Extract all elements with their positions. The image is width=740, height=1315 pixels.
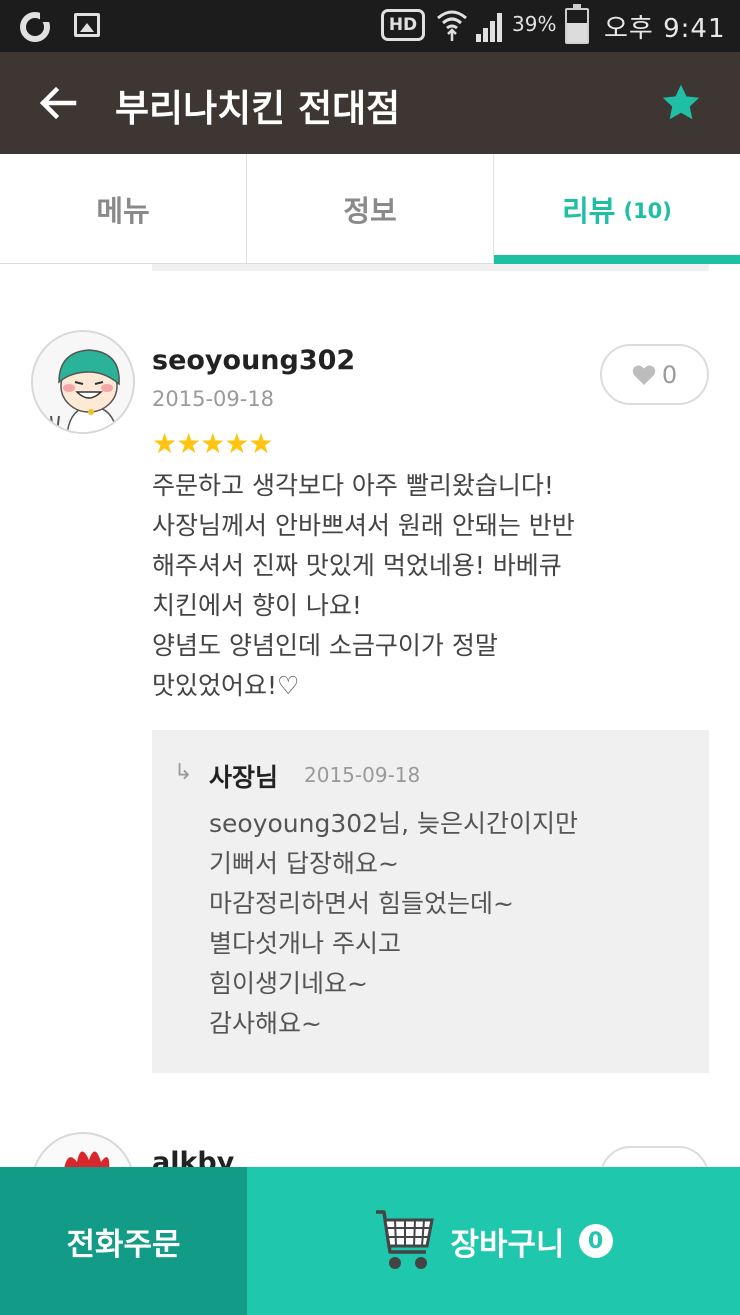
back-arrow-icon[interactable] bbox=[38, 83, 78, 123]
reply-date: 2015-09-18 bbox=[304, 763, 421, 787]
status-bar: HD 39% 오후 9:41 bbox=[0, 0, 740, 52]
favorite-star-icon[interactable] bbox=[660, 82, 702, 124]
cart-button[interactable]: 장바구니 0 bbox=[247, 1167, 740, 1315]
review-line: 해주셔서 진짜 맛있게 먹었네용! 바베큐 bbox=[152, 551, 562, 580]
avatar-illustration-icon bbox=[33, 332, 133, 432]
owner-reply: ↳ 사장님 2015-09-18 seoyoung302님, 늦은시간이지만 기… bbox=[152, 730, 709, 1073]
review-date: 2015-09-18 bbox=[152, 387, 275, 411]
tab-menu[interactable]: 메뉴 bbox=[0, 154, 246, 263]
avatar bbox=[31, 330, 135, 434]
reply-line: 힘이생기네요~ bbox=[209, 969, 368, 998]
reply-line: 기뻐서 답장해요~ bbox=[209, 849, 399, 878]
like-button[interactable]: 0 bbox=[600, 344, 709, 405]
tab-bar: 메뉴 정보 리뷰 (10) bbox=[0, 154, 740, 264]
hd-voice-icon: HD bbox=[381, 9, 425, 41]
heart-icon bbox=[632, 365, 656, 385]
phone-order-button[interactable]: 전화주문 bbox=[0, 1167, 247, 1315]
cart-count-badge: 0 bbox=[578, 1224, 613, 1258]
reply-body: seoyoung302님, 늦은시간이지만 기뻐서 답장해요~ 마감정리하면서 … bbox=[209, 804, 578, 1044]
review-count: (10) bbox=[623, 198, 672, 223]
battery-icon bbox=[565, 4, 589, 44]
previous-reply-box-edge bbox=[152, 264, 709, 271]
reply-line: 마감정리하면서 힘들었는데~ bbox=[209, 889, 514, 918]
review-line: 치킨에서 향이 나요! bbox=[152, 591, 362, 620]
bottom-action-bar: 전화주문 장바구니 0 bbox=[0, 1167, 740, 1315]
signal-icon bbox=[476, 13, 502, 42]
tab-info-label: 정보 bbox=[343, 193, 397, 228]
tab-info[interactable]: 정보 bbox=[246, 154, 493, 263]
cart-label: 장바구니 bbox=[450, 1226, 565, 1263]
star-rating: ★★★★★ bbox=[152, 427, 274, 460]
shopping-cart-icon bbox=[376, 1210, 435, 1269]
tab-reviews[interactable]: 리뷰 (10) bbox=[493, 154, 740, 264]
app-header: 부리나치킨 전대점 bbox=[0, 52, 740, 154]
reply-author: 사장님 bbox=[209, 763, 279, 792]
gallery-notification-icon bbox=[74, 13, 100, 37]
battery-percent: 39% bbox=[512, 12, 557, 36]
reply-line: seoyoung302님, 늦은시간이지만 bbox=[209, 809, 578, 838]
review-line: 맛있었어요!♡ bbox=[152, 671, 300, 700]
reply-arrow-icon: ↳ bbox=[174, 760, 193, 785]
wifi-icon bbox=[437, 10, 467, 41]
phone-order-label: 전화주문 bbox=[66, 1226, 181, 1263]
like-count: 0 bbox=[661, 360, 678, 389]
review-body: 주문하고 생각보다 아주 빨리왔습니다! 사장님께서 안바쁘셔서 원래 안돼는 … bbox=[152, 466, 712, 706]
reply-line: 별다섯개나 주시고 bbox=[209, 929, 401, 958]
review-line: 주문하고 생각보다 아주 빨리왔습니다! bbox=[152, 471, 554, 500]
review-line: 양념도 양념인데 소금구이가 정말 bbox=[152, 631, 498, 660]
carrier-icon bbox=[20, 10, 52, 42]
tab-reviews-label: 리뷰 bbox=[562, 193, 616, 228]
clock: 오후 9:41 bbox=[604, 14, 726, 44]
page-title: 부리나치킨 전대점 bbox=[115, 87, 401, 130]
reply-line: 감사해요~ bbox=[209, 1009, 322, 1038]
review-username: seoyoung302 bbox=[152, 345, 356, 376]
tab-menu-label: 메뉴 bbox=[96, 193, 150, 228]
review-line: 사장님께서 안바쁘셔서 원래 안돼는 반반 bbox=[152, 511, 575, 540]
